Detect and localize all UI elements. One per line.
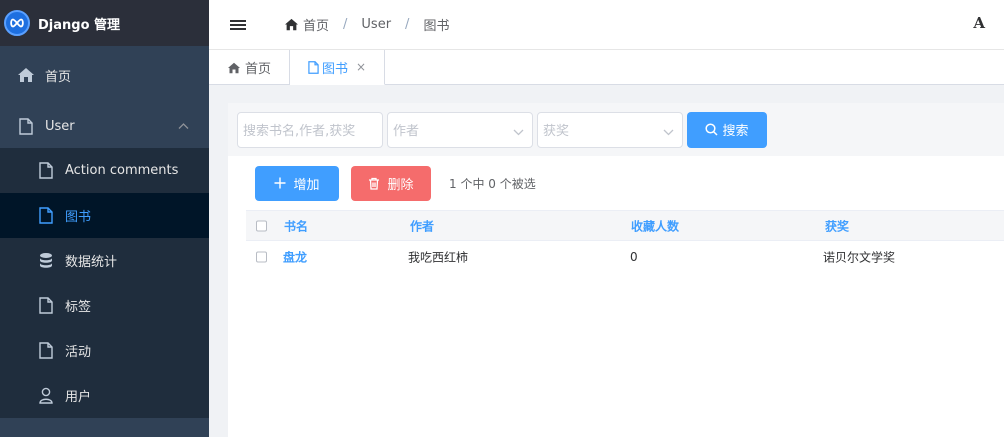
delete-button[interactable]: 删除 [351,165,431,201]
sidebar-item-action-comments[interactable]: Action comments [0,148,209,193]
sidebar-item-label: User [45,118,75,134]
close-icon[interactable]: × [356,60,366,74]
sidebar-item-label: Action comments [65,163,179,178]
document-icon [37,162,55,180]
books-table: 书名 作者 收藏人数 获奖 盘龙 我吃西红柿 0 诺贝尔文学奖 [246,210,1004,272]
tab-label: 图书 [322,61,349,77]
breadcrumb-separator: / [405,17,410,32]
document-icon [37,207,55,225]
chevron-up-icon [178,119,189,134]
sidebar-item-label: 首页 [45,69,72,85]
home-icon [227,62,241,74]
database-icon [37,252,55,270]
column-header-favorites[interactable]: 收藏人数 [631,217,679,234]
breadcrumb-separator: / [343,17,348,32]
award-select[interactable]: 获奖 [537,111,683,148]
selection-counter: 1 个中 0 个被选 [449,176,536,191]
book-title-link[interactable]: 盘龙 [283,248,307,265]
sidebar: Django 管理 首页 User Action comments 图书 数据统… [0,0,209,437]
document-icon [37,342,55,360]
tab-label: 首页 [245,62,272,77]
chevron-down-icon [663,125,674,140]
table-row: 盘龙 我吃西红柿 0 诺贝尔文学奖 [246,241,1004,272]
top-navbar: 首页 / User / 图书 A [209,0,1004,50]
award-select-placeholder: 获奖 [543,124,570,139]
add-button[interactable]: 增加 [255,165,339,201]
home-icon [17,66,35,84]
delete-button-label: 删除 [387,177,414,193]
cell-award: 诺贝尔文学奖 [823,250,896,264]
sidebar-item-user[interactable]: User [0,104,209,148]
author-select[interactable]: 作者 [387,111,533,148]
search-bar: 搜索书名,作者,获奖 作者 获奖 搜索 [228,103,1004,156]
sidebar-item-label: 标签 [65,300,92,315]
sidebar-item-tags[interactable]: 标签 [0,283,209,328]
home-icon [284,18,299,31]
user-icon [37,387,55,405]
breadcrumb: 首页 / User / 图书 [284,15,449,34]
search-button[interactable]: 搜索 [687,111,767,148]
tab-home[interactable]: 首页 [209,50,291,85]
sidebar-item-label: 图书 [65,210,92,225]
sidebar-item-label: 用户 [65,390,92,405]
breadcrumb-item-user[interactable]: User [361,17,391,32]
column-header-author[interactable]: 作者 [410,217,434,234]
sidebar-item-label: 数据统计 [65,255,118,270]
sidebar-item-books[interactable]: 图书 [0,193,209,238]
cell-favorites: 0 [630,249,638,264]
column-header-award[interactable]: 获奖 [825,217,849,234]
sidebar-item-activities[interactable]: 活动 [0,328,209,373]
sidebar-item-label: 活动 [65,345,92,360]
search-input[interactable]: 搜索书名,作者,获奖 [237,111,383,148]
sidebar-item-statistics[interactable]: 数据统计 [0,238,209,283]
main-content: 搜索书名,作者,获奖 作者 获奖 搜索 增加 删除 1 个中 0 个被选 书名 … [228,103,1004,437]
table-header: 书名 作者 收藏人数 获奖 [246,210,1004,241]
tags-view: 首页 图书 × [209,50,1004,85]
row-checkbox[interactable] [256,251,267,262]
font-size-button[interactable]: A [973,14,985,32]
search-button-label: 搜索 [722,124,749,139]
tab-books[interactable]: 图书 × [290,50,386,85]
infinity-logo-icon [4,10,30,36]
trash-icon [368,177,387,190]
select-all-checkbox[interactable] [256,220,267,231]
cell-author: 我吃西红柿 [408,250,469,264]
add-button-label: 增加 [293,177,320,193]
breadcrumb-item-home[interactable]: 首页 [284,15,329,34]
chevron-down-icon [513,125,524,140]
plus-icon [274,177,293,189]
brand[interactable]: Django 管理 [0,0,209,46]
breadcrumb-item-books: 图书 [423,19,450,34]
document-icon [37,297,55,315]
search-input-placeholder: 搜索书名,作者,获奖 [243,124,356,139]
search-icon [705,123,722,136]
brand-title: Django 管理 [38,17,121,33]
column-header-title[interactable]: 书名 [284,217,308,234]
hamburger-menu-icon[interactable] [230,18,246,32]
author-select-placeholder: 作者 [393,124,420,139]
sidebar-item-users[interactable]: 用户 [0,373,209,418]
sidebar-item-home[interactable]: 首页 [0,46,209,104]
document-icon [308,60,319,74]
document-icon [17,117,35,135]
action-toolbar: 增加 删除 1 个中 0 个被选 [228,156,1004,210]
